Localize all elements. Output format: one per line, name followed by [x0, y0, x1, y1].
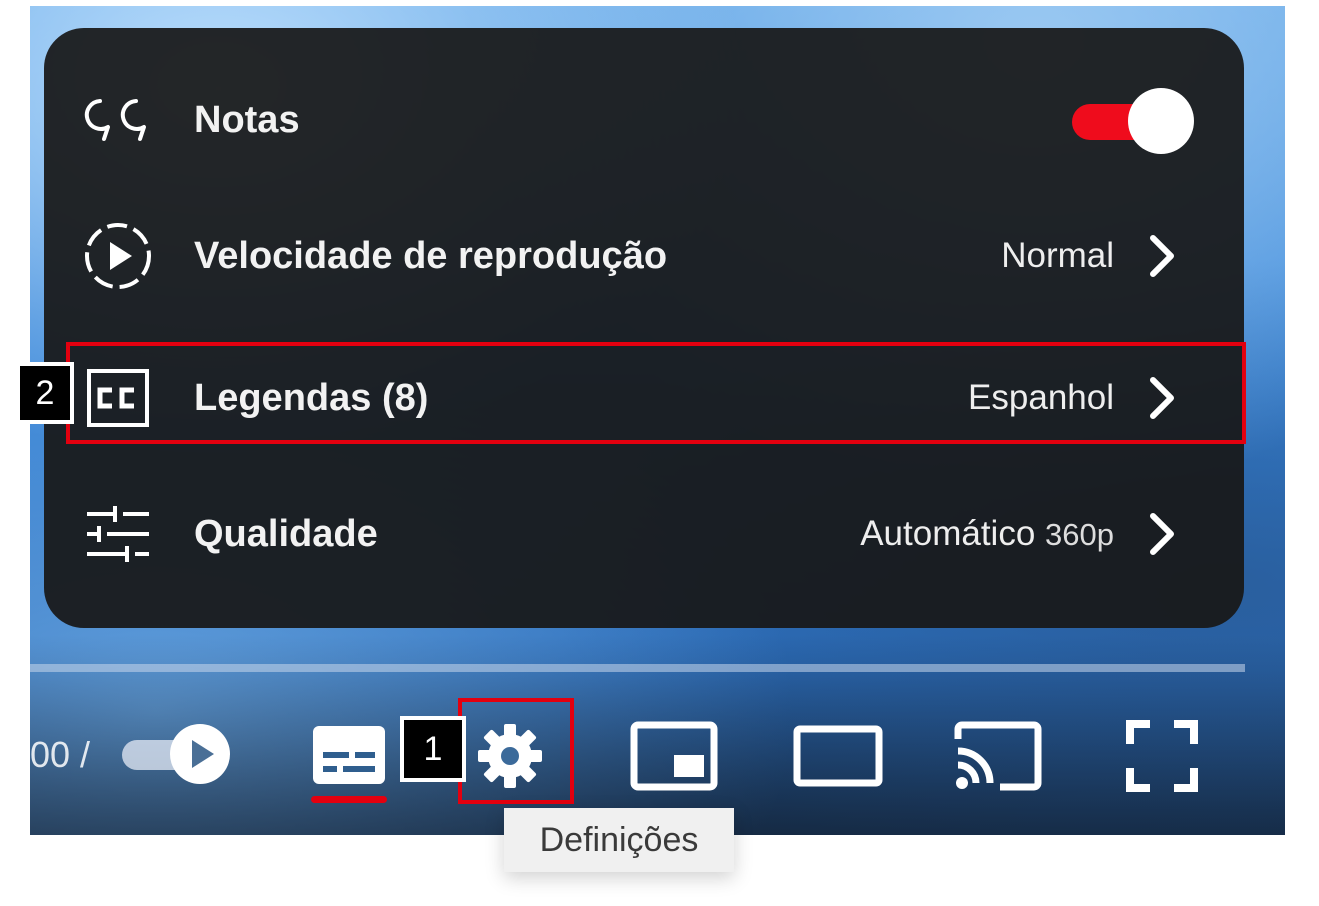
quality-sliders-icon [82, 498, 154, 570]
chevron-right-icon [1142, 226, 1182, 286]
quote-notes-icon [82, 84, 154, 156]
miniplayer-button[interactable] [628, 718, 720, 794]
toggle-knob [1128, 88, 1194, 154]
menu-item-quality[interactable]: Qualidade Automático 360p [44, 474, 1244, 594]
theater-mode-icon [793, 725, 883, 787]
menu-item-value: Automático 360p [860, 514, 1114, 554]
autoplay-toggle[interactable] [118, 718, 238, 790]
annotation-highlight-settings [458, 698, 574, 804]
fullscreen-button[interactable] [1124, 718, 1200, 794]
quality-mode: Automático [860, 514, 1036, 553]
progress-bar[interactable] [30, 664, 1245, 672]
cast-icon [954, 721, 1042, 791]
time-display: 00 / [30, 734, 91, 775]
quality-resolution: 360p [1045, 517, 1114, 552]
settings-menu: Notas Velocidade de reprodução Normal Le… [44, 28, 1244, 628]
subtitles-icon [313, 725, 385, 784]
annotation-badge-2: 2 [16, 362, 74, 424]
menu-item-value: Normal [1001, 236, 1114, 275]
annotation-highlight-subtitles [66, 342, 1246, 444]
subtitles-active-indicator [311, 795, 387, 803]
annotation-badge-1: 1 [400, 716, 466, 782]
notas-toggle[interactable] [1072, 88, 1194, 154]
menu-item-label: Velocidade de reprodução [194, 234, 668, 277]
fullscreen-icon [1126, 720, 1198, 792]
playback-speed-icon [82, 220, 154, 292]
menu-item-playback-speed[interactable]: Velocidade de reprodução Normal [44, 196, 1244, 316]
subtitles-button[interactable] [308, 718, 390, 808]
menu-item-notas[interactable]: Notas [44, 60, 1244, 180]
theater-mode-button[interactable] [790, 718, 886, 794]
menu-item-label: Notas [194, 98, 300, 141]
cast-button[interactable] [952, 718, 1044, 794]
menu-item-label: Qualidade [194, 512, 378, 555]
miniplayer-icon [630, 721, 718, 791]
chevron-right-icon [1142, 504, 1182, 564]
settings-tooltip: Definições [504, 808, 734, 872]
